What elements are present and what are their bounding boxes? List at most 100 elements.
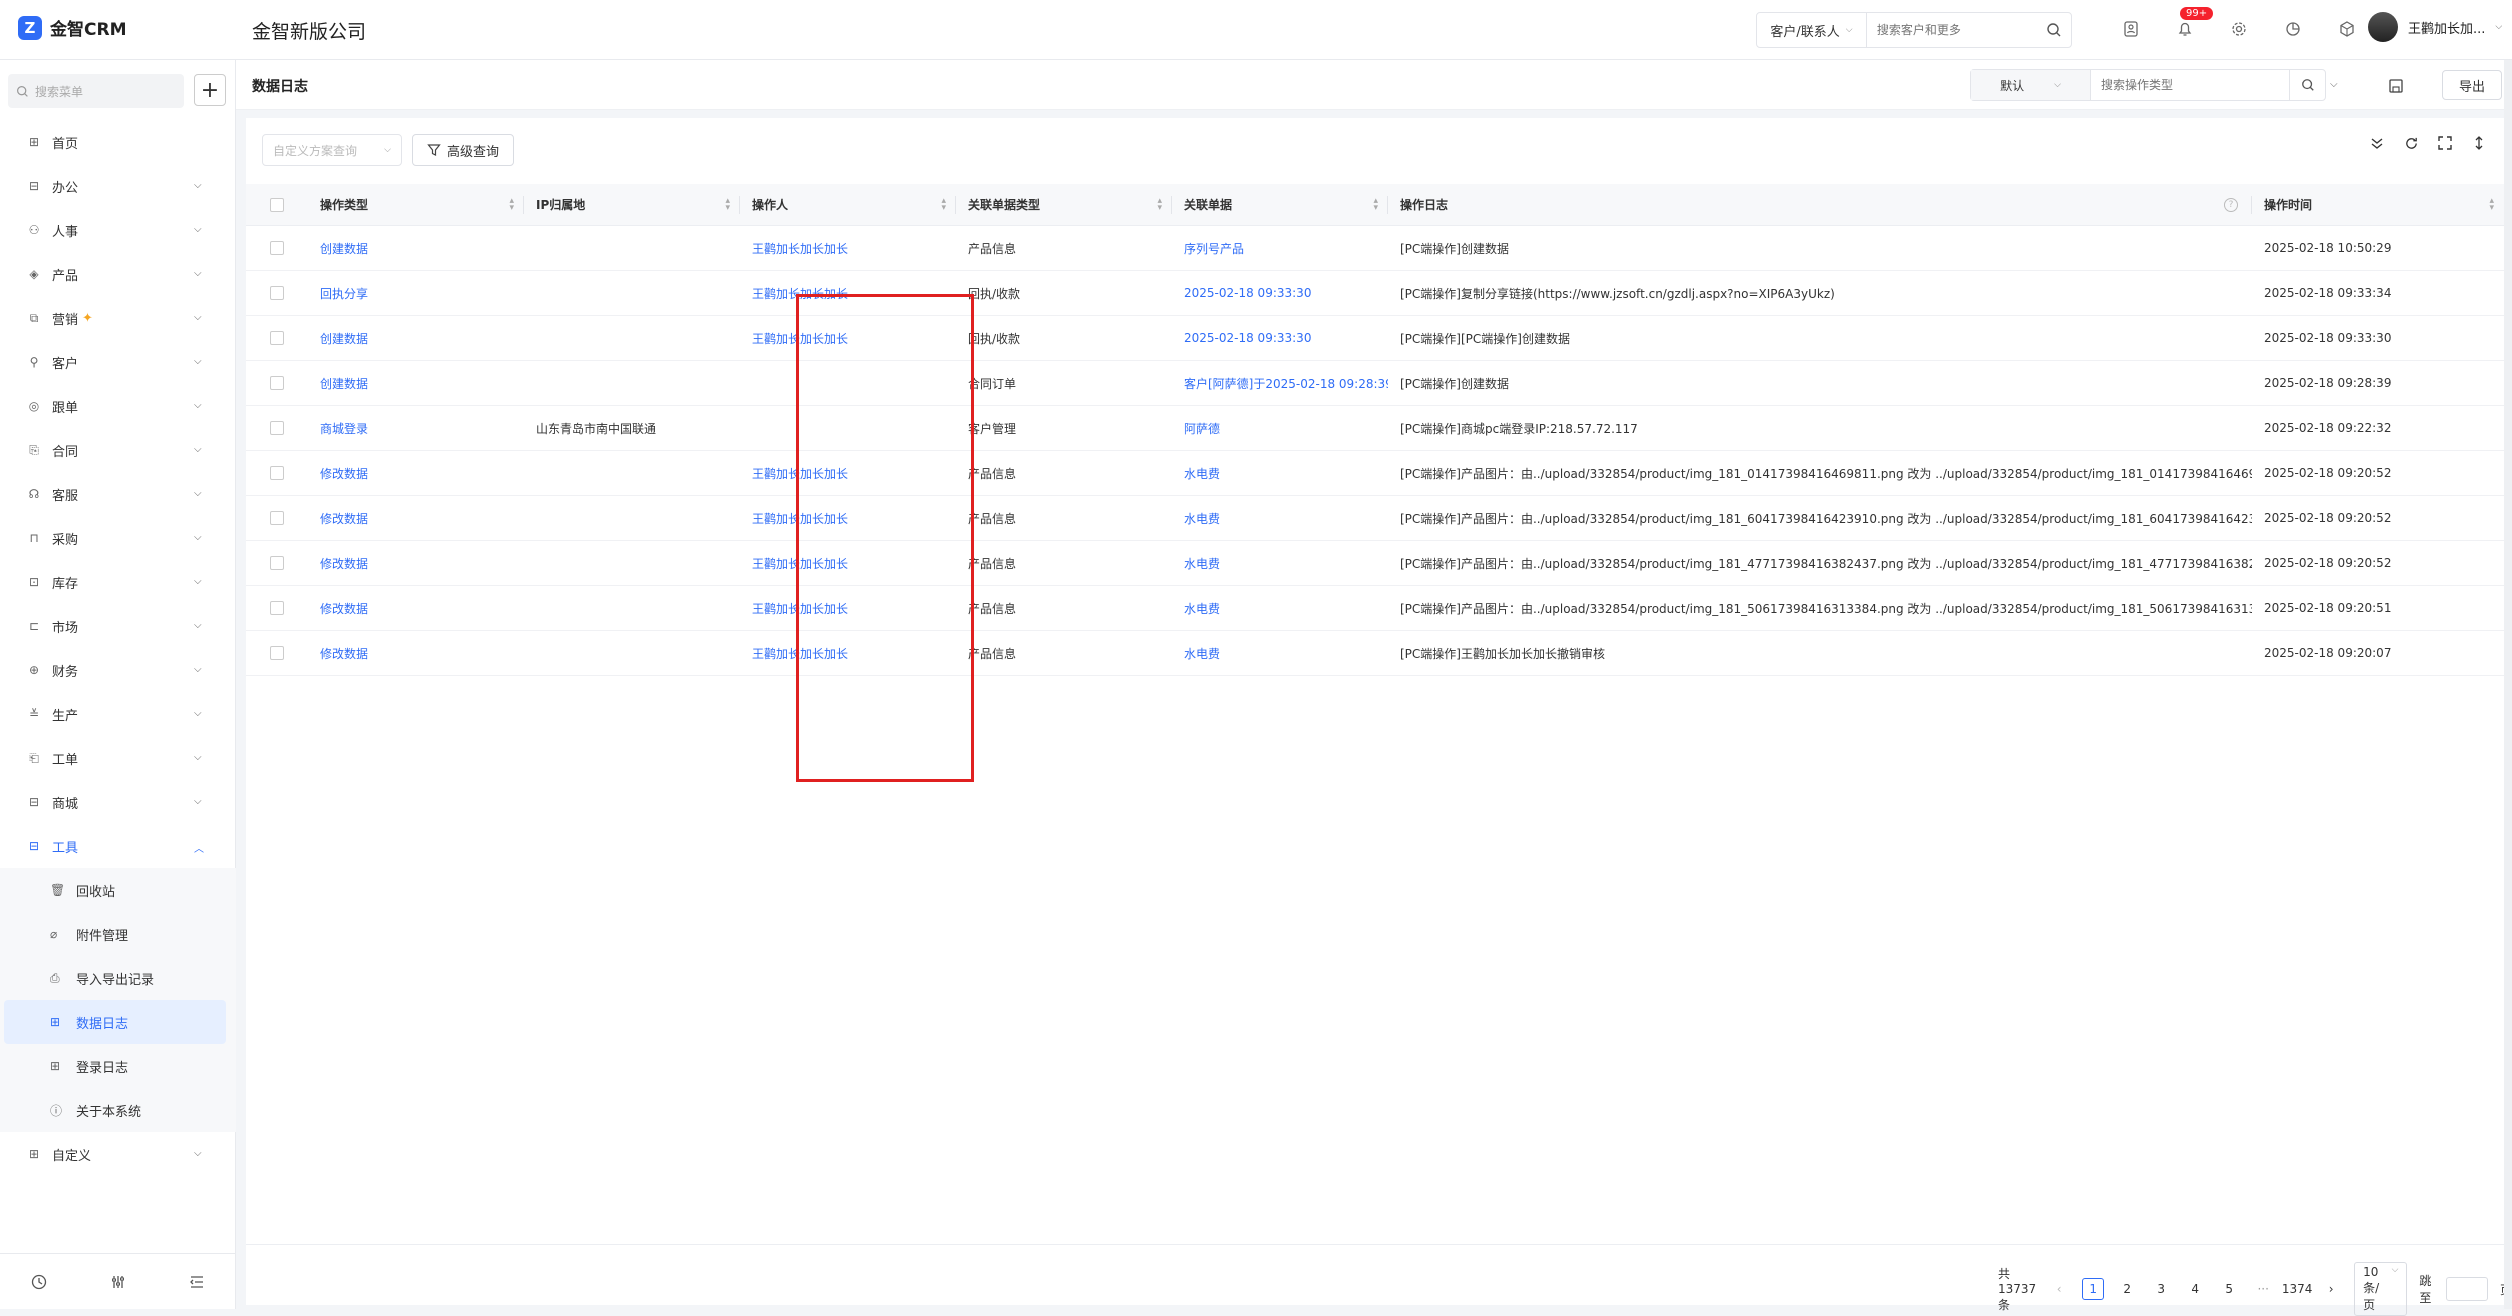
page-size-select[interactable]: 10 条/页 ⌵ — [2354, 1262, 2408, 1316]
row-checkbox[interactable] — [270, 646, 284, 660]
table-row[interactable]: 创建数据 王鹳加长加长加长 产品信息 序列号产品 [PC端操作]创建数据 2025-02-… — [246, 226, 2504, 271]
sort-icon[interactable]: ▴ ▾ — [509, 196, 514, 212]
sort-icon[interactable]: ▴ ▾ — [2489, 196, 2494, 212]
related-doc-cell-text[interactable]: 水电费 — [1184, 600, 1220, 617]
sort-icon[interactable]: ▴ ▾ — [941, 196, 946, 212]
advanced-search-button[interactable]: 高级查询 — [412, 134, 515, 166]
column-header-ip[interactable]: IP归属地 ▴ ▾ — [524, 184, 740, 225]
contacts-icon[interactable] — [2118, 16, 2144, 42]
gear-icon[interactable] — [2226, 16, 2252, 42]
fullscreen-icon[interactable] — [2436, 134, 2454, 152]
related-doc-cell-text[interactable]: 2025-02-18 09:33:30 — [1184, 331, 1311, 345]
sidebar-item-product[interactable]: ◈ 产品 ⌵ — [0, 252, 236, 296]
op-type-cell-text[interactable]: 创建数据 — [320, 375, 368, 392]
row-checkbox[interactable] — [270, 466, 284, 480]
operator-cell-text[interactable]: 王鹳加长加长加长 — [752, 600, 848, 617]
op-type-cell-text[interactable]: 创建数据 — [320, 240, 368, 257]
type-search-input[interactable] — [2091, 70, 2289, 100]
sidebar-item-home[interactable]: ⊞ 首页 — [0, 120, 236, 164]
sidebar-item-finance[interactable]: ⊕ 财务 ⌵ — [0, 648, 236, 692]
global-search-input[interactable] — [1866, 13, 2037, 47]
table-row[interactable]: 回执分享 王鹳加长加长加长 回执/收款 2025-02-18 09:33:30 [PC端… — [246, 271, 2504, 316]
sidebar-item-mall[interactable]: ⊟ 商城 ⌵ — [0, 780, 236, 824]
column-header-time[interactable]: 操作时间 ▴ ▾ — [2252, 184, 2504, 225]
op-type-cell-text[interactable]: 修改数据 — [320, 600, 368, 617]
row-checkbox[interactable] — [270, 286, 284, 300]
operator-cell-text[interactable]: 王鹳加长加长加长 — [752, 510, 848, 527]
page-last[interactable]: 1374 — [2282, 1278, 2313, 1300]
next-page-icon[interactable]: › — [2320, 1278, 2342, 1300]
page-1[interactable]: 1 — [2082, 1278, 2105, 1300]
related-doc-cell-text[interactable]: 水电费 — [1184, 645, 1220, 662]
table-row[interactable]: 修改数据 王鹳加长加长加长 产品信息 水电费 [PC端操作]产品图片：由../uploa… — [246, 451, 2504, 496]
sidebar-item-workorder[interactable]: ⎗ 工单 ⌵ — [0, 736, 236, 780]
related-doc-cell-text[interactable]: 水电费 — [1184, 510, 1220, 527]
related-doc-cell-text[interactable]: 水电费 — [1184, 465, 1220, 482]
operator-cell-text[interactable]: 王鹳加长加长加长 — [752, 240, 848, 257]
table-row[interactable]: 商城登录 山东青岛市南中国联通 客户管理 阿萨德 [PC端操作]商城pc端登录IP:21… — [246, 406, 2504, 451]
column-header-doc-type[interactable]: 关联单据类型 ▴ ▾ — [956, 184, 1172, 225]
page-2[interactable]: 2 — [2116, 1278, 2138, 1300]
table-row[interactable]: 创建数据 王鹳加长加长加长 回执/收款 2025-02-18 09:33:30 [PC端… — [246, 316, 2504, 361]
row-checkbox[interactable] — [270, 511, 284, 525]
related-doc-cell-text[interactable]: 序列号产品 — [1184, 240, 1244, 257]
column-header-doc[interactable]: 关联单据 ▴ ▾ — [1172, 184, 1388, 225]
table-row[interactable]: 修改数据 王鹳加长加长加长 产品信息 水电费 [PC端操作]产品图片：由../uploa… — [246, 496, 2504, 541]
column-height-icon[interactable] — [2470, 134, 2488, 152]
row-checkbox[interactable] — [270, 421, 284, 435]
op-type-cell-text[interactable]: 修改数据 — [320, 465, 368, 482]
sidebar-item-import-export[interactable]: ⎙ 导入导出记录 — [0, 956, 236, 1000]
view-select[interactable]: 默认 ⌵ — [1971, 70, 2091, 100]
export-button[interactable]: 导出 — [2442, 70, 2502, 100]
search-icon[interactable] — [2289, 70, 2325, 100]
sidebar-item-inventory[interactable]: ⊡ 库存 ⌵ — [0, 560, 236, 604]
sidebar-item-service[interactable]: ☊ 客服 ⌵ — [0, 472, 236, 516]
op-type-cell-text[interactable]: 创建数据 — [320, 330, 368, 347]
user-menu[interactable]: 王鹳加长加... ⌵ — [2368, 12, 2502, 42]
settings-sliders-icon[interactable] — [107, 1271, 129, 1293]
operator-cell-text[interactable]: 王鹳加长加长加长 — [752, 285, 848, 302]
related-doc-cell-text[interactable]: 水电费 — [1184, 555, 1220, 572]
page-scrollbar[interactable] — [2504, 60, 2512, 1309]
sidebar-item-customer[interactable]: ⚲ 客户 ⌵ — [0, 340, 236, 384]
operator-cell-text[interactable]: 王鹳加长加长加长 — [752, 465, 848, 482]
prev-page-icon[interactable]: ‹ — [2048, 1278, 2070, 1300]
column-header-log[interactable]: 操作日志? — [1388, 184, 2252, 225]
page-ellipsis[interactable]: ··· — [2252, 1278, 2274, 1300]
chevron-down-icon[interactable]: ⌵ — [2330, 79, 2338, 90]
double-chevron-down-icon[interactable] — [2368, 134, 2386, 152]
sidebar-item-attachments[interactable]: ⌀ 附件管理 — [0, 912, 236, 956]
sidebar-item-production[interactable]: ≚ 生产 ⌵ — [0, 692, 236, 736]
sidebar-item-market[interactable]: ⊏ 市场 ⌵ — [0, 604, 236, 648]
row-checkbox[interactable] — [270, 331, 284, 345]
sidebar-item-login-log[interactable]: ⊞ 登录日志 — [0, 1044, 236, 1088]
app-logo[interactable]: Z 金智CRM — [18, 15, 126, 40]
sidebar-item-purchase[interactable]: ⊓ 采购 ⌵ — [0, 516, 236, 560]
table-row[interactable]: 修改数据 王鹳加长加长加长 产品信息 水电费 [PC端操作]产品图片：由../uploa… — [246, 586, 2504, 631]
sidebar-item-hr[interactable]: ⚇ 人事 ⌵ — [0, 208, 236, 252]
row-checkbox[interactable] — [270, 376, 284, 390]
op-type-cell-text[interactable]: 修改数据 — [320, 510, 368, 527]
sort-icon[interactable]: ▴ ▾ — [1373, 196, 1378, 212]
row-checkbox[interactable] — [270, 556, 284, 570]
column-header-type[interactable]: 操作类型 ▴ ▾ — [308, 184, 524, 225]
select-all-checkbox[interactable] — [270, 197, 284, 212]
op-type-cell-text[interactable]: 修改数据 — [320, 555, 368, 572]
table-row[interactable]: 创建数据 合同订单 客户[阿萨德]于2025-02-18 09:28:39... [P… — [246, 361, 2504, 406]
sidebar-item-tools[interactable]: ⊟ 工具 ︿ — [0, 824, 236, 868]
operator-cell-text[interactable]: 王鹳加长加长加长 — [752, 645, 848, 662]
refresh-icon[interactable] — [2402, 134, 2420, 152]
row-checkbox[interactable] — [270, 241, 284, 255]
sidebar-item-recycle[interactable]: 🗑 回收站 — [0, 868, 236, 912]
table-row[interactable]: 修改数据 王鹳加长加长加长 产品信息 水电费 [PC端操作]产品图片：由../uploa… — [246, 541, 2504, 586]
sidebar-item-data-log[interactable]: ⊞ 数据日志 — [4, 1000, 226, 1044]
sidebar-item-custom[interactable]: ⊞ 自定义 ⌵ — [0, 1132, 236, 1176]
collapse-menu-icon[interactable] — [186, 1271, 208, 1293]
table-row[interactable]: 修改数据 王鹳加长加长加长 产品信息 水电费 [PC端操作]王鹳加长加长加长撤销审核 20… — [246, 631, 2504, 676]
op-type-cell-text[interactable]: 回执分享 — [320, 285, 368, 302]
pie-chart-icon[interactable] — [2280, 16, 2306, 42]
page-3[interactable]: 3 — [2150, 1278, 2172, 1300]
help-icon[interactable]: ? — [2224, 197, 2238, 212]
save-icon[interactable] — [2386, 76, 2406, 96]
sort-icon[interactable]: ▴ ▾ — [725, 196, 730, 212]
